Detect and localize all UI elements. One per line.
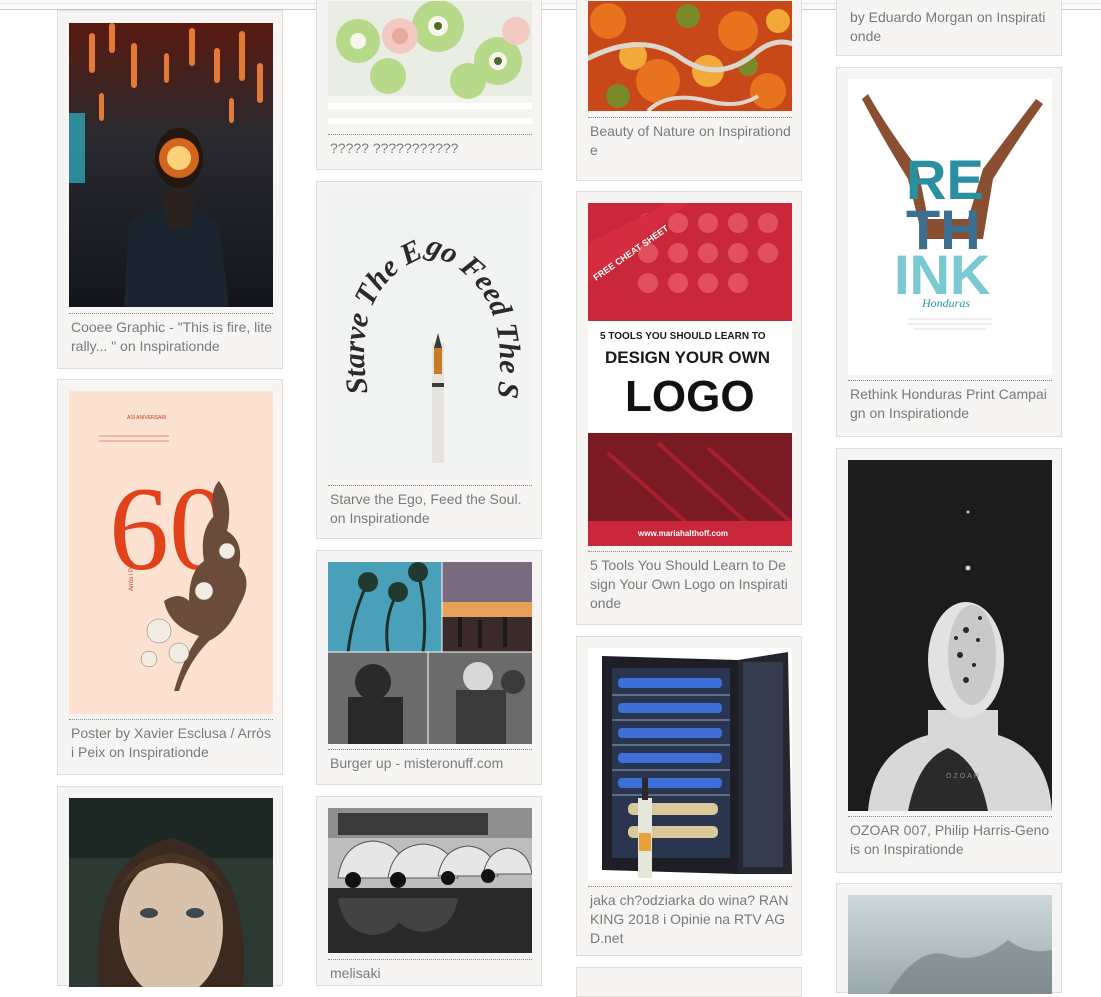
pin-image-nature[interactable] xyxy=(588,1,792,111)
pin-image-ozoar[interactable]: OZOAR xyxy=(848,460,1052,811)
pin-card-rethink[interactable]: RE TH INK Honduras Rethink Honduras Prin… xyxy=(836,67,1062,437)
pin-caption[interactable]: ????? ??????????? xyxy=(328,134,532,164)
pin-image-poster[interactable]: ASÍ ANIVERSARI 60 Arròs i Peix xyxy=(69,391,273,714)
pin-image-portrait[interactable] xyxy=(69,798,273,987)
pin-caption[interactable]: jaka ch?odziarka do wina? RANKING 2018 i… xyxy=(588,886,792,954)
pin-image-logo-tools[interactable]: FREE CHEAT SHEET 5 TOOLS YOU SHOULD LEAR… xyxy=(588,203,792,546)
poster-small-text: ASÍ ANIVERSARI xyxy=(127,414,166,421)
pin-card-nature[interactable]: Beauty of Nature on Inspirationde xyxy=(576,0,802,181)
pin-image-flowers[interactable] xyxy=(328,1,532,129)
pin-caption[interactable]: OZOAR 007, Philip Harris-Genois on Inspi… xyxy=(848,816,1052,866)
pin-card-collage[interactable]: Burger up - misteronuff.com xyxy=(316,550,542,785)
pin-image-collage[interactable] xyxy=(328,562,532,744)
svg-text:Arròs i Peix: Arròs i Peix xyxy=(129,560,135,591)
pin-caption[interactable]: Starve the Ego, Feed the Soul. on Inspir… xyxy=(328,485,532,535)
pin-caption[interactable]: Beauty of Nature on Inspirationde xyxy=(588,117,792,167)
pin-card-calligraphy[interactable]: Starve The Ego Feed The Soul Starve the … xyxy=(316,181,542,539)
pin-image-rethink[interactable]: RE TH INK Honduras xyxy=(848,79,1052,375)
logo-line-2: DESIGN YOUR OWN xyxy=(605,348,770,367)
pin-image-misty[interactable] xyxy=(848,895,1052,994)
pin-card-fire[interactable]: Cooee Graphic - "This is fire, literally… xyxy=(57,10,283,369)
pin-caption[interactable]: 5 Tools You Should Learn to Design Your … xyxy=(588,551,792,619)
pin-caption[interactable]: Burger up - misteronuff.com xyxy=(328,749,532,779)
pin-image-beetles[interactable] xyxy=(328,808,532,953)
pin-caption[interactable]: melisaki xyxy=(328,959,532,987)
pin-caption[interactable]: Rethink Honduras Print Campaign on Inspi… xyxy=(848,380,1052,430)
pin-card-next[interactable] xyxy=(576,967,802,997)
pin-caption[interactable]: by Eduardo Morgan on Inspirationde xyxy=(848,4,1052,54)
pin-caption[interactable]: Cooee Graphic - "This is fire, literally… xyxy=(69,313,273,363)
rethink-honduras: Honduras xyxy=(921,296,970,310)
pin-card-wine-fridge[interactable]: jaka ch?odziarka do wina? RANKING 2018 i… xyxy=(576,636,802,956)
pin-image-calligraphy[interactable]: Starve The Ego Feed The Soul xyxy=(328,193,532,479)
pin-caption[interactable]: Poster by Xavier Esclusa / Arròs i Peix … xyxy=(69,719,273,769)
pin-card-poster-60[interactable]: ASÍ ANIVERSARI 60 Arròs i Peix Poster by… xyxy=(57,379,283,775)
pin-image-fire[interactable] xyxy=(69,23,273,307)
pin-card-logo-tools[interactable]: FREE CHEAT SHEET 5 TOOLS YOU SHOULD LEAR… xyxy=(576,191,802,625)
pin-card-eduardo[interactable]: by Eduardo Morgan on Inspirationde xyxy=(836,0,1062,56)
logo-line-3: LOGO xyxy=(625,372,755,421)
pin-card-ozoar[interactable]: OZOAR OZOAR 007, Philip Harris-Genois on… xyxy=(836,448,1062,873)
pin-card-misty[interactable] xyxy=(836,883,1062,994)
pin-card-flowers[interactable]: ????? ??????????? xyxy=(316,0,542,170)
pin-image-wine-fridge[interactable] xyxy=(588,648,792,880)
logo-url: www.mariahalthoff.com xyxy=(637,529,728,538)
logo-line-1: 5 TOOLS YOU SHOULD LEARN TO xyxy=(600,331,766,342)
ozoar-label: OZOAR xyxy=(946,773,981,780)
pin-card-portrait[interactable] xyxy=(57,786,283,987)
pin-card-beetles[interactable]: melisaki xyxy=(316,796,542,986)
